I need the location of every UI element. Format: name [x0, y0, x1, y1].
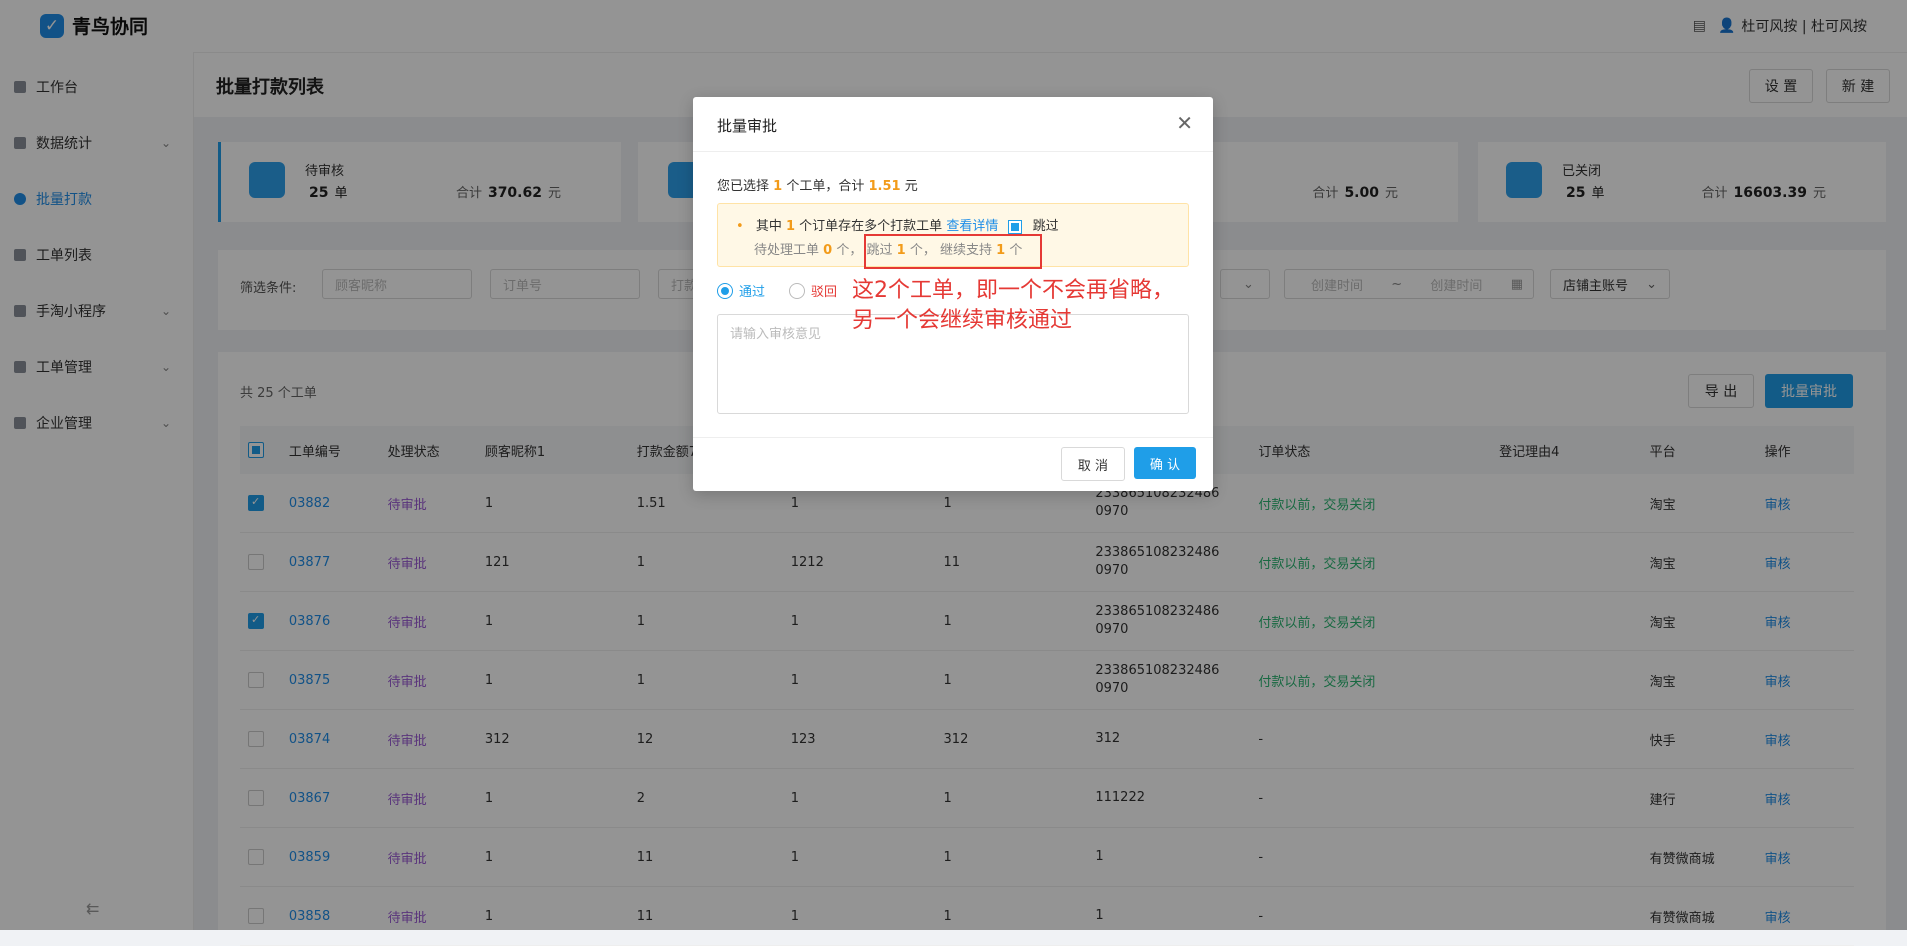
decision-radio-group: 通过 驳回 — [717, 281, 837, 300]
divider — [693, 437, 1213, 438]
alert-line-1: • 其中 1 个订单存在多个打款工单 查看详情 跳过 — [736, 219, 1059, 234]
view-details-link[interactable]: 查看详情 — [946, 219, 998, 234]
divider — [693, 151, 1213, 152]
dialog-title: 批量审批 — [717, 117, 778, 135]
annotation-highlight-box — [864, 234, 1042, 269]
bullet-dot-icon: • — [736, 219, 744, 234]
cancel-button[interactable]: 取 消 — [1061, 447, 1125, 481]
reject-label[interactable]: 驳回 — [811, 281, 837, 300]
reject-radio[interactable] — [789, 282, 806, 299]
confirm-button[interactable]: 确 认 — [1134, 447, 1196, 479]
approve-radio[interactable] — [717, 282, 733, 299]
close-icon[interactable]: ✕ — [1176, 111, 1193, 135]
annotation-line-1: 这2个工单，即一个不会再省略， — [852, 278, 1174, 303]
annotation-text: 这2个工单，即一个不会再省略， 另一个会继续审核通过 — [852, 276, 1174, 336]
annotation-line-2: 另一个会继续审核通过 — [852, 308, 1073, 333]
skip-label: 跳过 — [1032, 219, 1059, 234]
skip-checkbox[interactable] — [1008, 219, 1023, 234]
selection-summary: 您已选择 1 个工单，合计 1.51 元 — [717, 179, 918, 194]
approve-label[interactable]: 通过 — [739, 281, 765, 300]
